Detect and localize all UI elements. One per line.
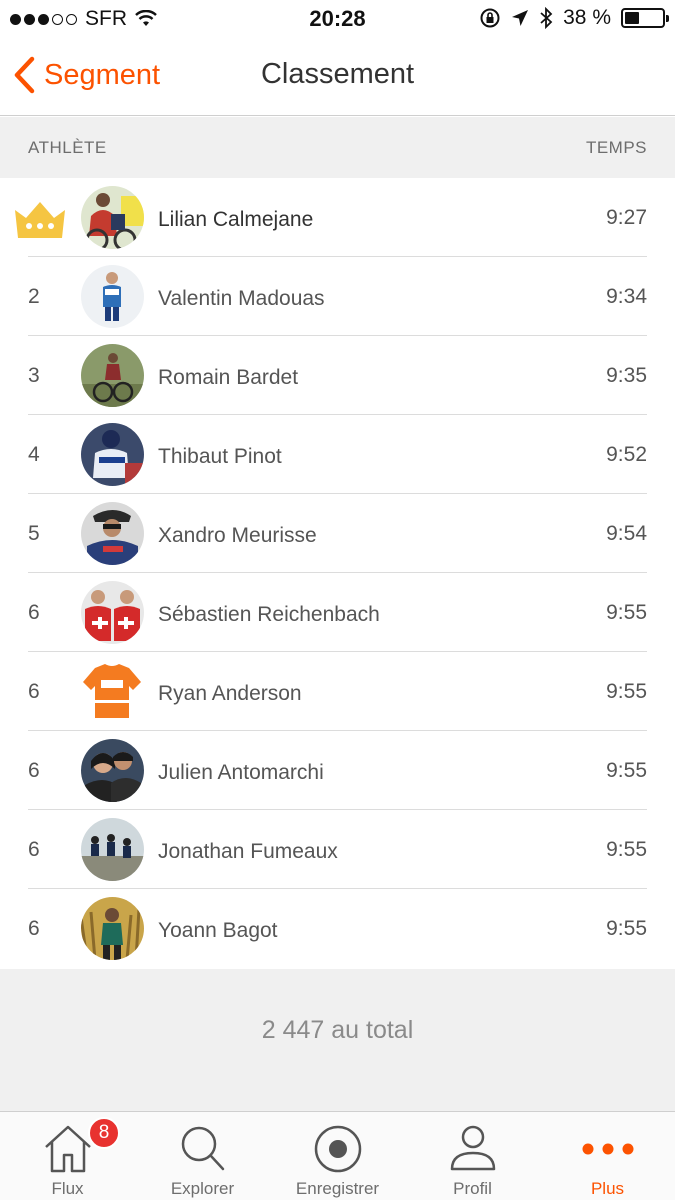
bluetooth-icon: [540, 7, 553, 29]
tab-label: Plus: [590, 1179, 625, 1198]
battery-level: [625, 12, 639, 24]
leaderboard-row[interactable]: 3 Romain Bardet 9:35: [0, 336, 675, 415]
athlete-name: Lilian Calmejane: [158, 208, 314, 231]
leaderboard-row[interactable]: Lilian Calmejane 9:27: [0, 178, 675, 257]
athlete-name: Romain Bardet: [158, 366, 299, 389]
tab-bar: 8 Flux Explorer Enregistrer Profil Plus: [0, 1111, 675, 1200]
leaderboard-list: Lilian Calmejane 9:27 2 Valentin Madouas…: [0, 178, 675, 968]
tab-plus[interactable]: Plus: [540, 1112, 675, 1200]
navigation-bar: Segment Classement: [0, 38, 675, 116]
athlete-name: Jonathan Fumeaux: [158, 840, 338, 863]
tab-explorer[interactable]: Explorer: [135, 1112, 270, 1200]
more-dots-icon: [578, 1122, 638, 1176]
leaderboard-row[interactable]: 6 Sébastien Reichenbach 9:55: [0, 573, 675, 652]
athlete-time: 9:52: [606, 443, 647, 466]
tab-label: Flux: [51, 1179, 84, 1198]
athlete-rank: 6: [28, 917, 40, 940]
athlete-name: Xandro Meurisse: [158, 524, 317, 547]
avatar: [81, 897, 144, 960]
avatar: [81, 265, 144, 328]
tab-enregistrer[interactable]: Enregistrer: [270, 1112, 405, 1200]
battery-icon: [621, 8, 669, 28]
athlete-rank: 6: [28, 759, 40, 782]
total-count-section: 2 447 au total: [0, 969, 675, 1111]
avatar: [81, 660, 144, 723]
leaderboard-row[interactable]: 6 Julien Antomarchi 9:55: [0, 731, 675, 810]
avatar: [81, 186, 144, 249]
athlete-name: Yoann Bagot: [158, 919, 278, 942]
total-count: 2 447 au total: [261, 1016, 414, 1044]
avatar: [81, 502, 144, 565]
athlete-name: Sébastien Reichenbach: [158, 603, 380, 626]
leaderboard-row[interactable]: 4 Thibaut Pinot 9:52: [0, 415, 675, 494]
athlete-time: 9:55: [606, 917, 647, 940]
orientation-lock-icon: [480, 8, 500, 28]
battery-percent: 38 %: [563, 6, 611, 29]
tab-flux[interactable]: 8 Flux: [0, 1112, 135, 1200]
athlete-time: 9:34: [606, 285, 647, 308]
athlete-time: 9:55: [606, 680, 647, 703]
crown-icon: [15, 202, 65, 238]
athlete-rank: 6: [28, 601, 40, 624]
athlete-rank: 6: [28, 680, 40, 703]
athlete-time: 9:55: [606, 838, 647, 861]
leaderboard-row[interactable]: 6 Ryan Anderson 9:55: [0, 652, 675, 731]
avatar: [81, 818, 144, 881]
athlete-time: 9:55: [606, 759, 647, 782]
leaderboard-row[interactable]: 6 Yoann Bagot 9:55: [0, 889, 675, 968]
avatar: [81, 344, 144, 407]
time-column-header: TEMPS: [585, 137, 647, 157]
athlete-column-header: ATHLÈTE: [28, 137, 107, 157]
athlete-time: 9:55: [606, 601, 647, 624]
athlete-rank: 4: [28, 443, 40, 466]
athlete-time: 9:27: [606, 206, 647, 229]
leaderboard-row[interactable]: 5 Xandro Meurisse 9:54: [0, 494, 675, 573]
notification-badge: 8: [88, 1117, 120, 1149]
leaderboard-row[interactable]: 6 Jonathan Fumeaux 9:55: [0, 810, 675, 889]
avatar: [81, 423, 144, 486]
tab-label: Enregistrer: [295, 1179, 380, 1198]
profile-icon: [443, 1122, 503, 1176]
tab-label: Profil: [453, 1179, 492, 1198]
status-bar: SFR 20:28 38 %: [0, 0, 675, 38]
avatar: [81, 739, 144, 802]
tab-label: Explorer: [170, 1179, 235, 1198]
athlete-time: 9:54: [606, 522, 647, 545]
athlete-time: 9:35: [606, 364, 647, 387]
avatar: [81, 581, 144, 644]
page-title: Classement: [260, 58, 415, 90]
athlete-name: Ryan Anderson: [158, 682, 302, 705]
athlete-rank: 3: [28, 364, 40, 387]
search-icon: [173, 1122, 233, 1176]
tab-profil[interactable]: Profil: [405, 1112, 540, 1200]
athlete-name: Valentin Madouas: [158, 287, 325, 310]
athlete-rank: 2: [28, 285, 40, 308]
leaderboard-row[interactable]: 2 Valentin Madouas 9:34: [0, 257, 675, 336]
status-right: 38 %: [479, 6, 669, 30]
record-icon: [308, 1122, 368, 1176]
athlete-name: Julien Antomarchi: [158, 761, 324, 784]
leaderboard-header: ATHLÈTE TEMPS: [0, 117, 675, 178]
athlete-name: Thibaut Pinot: [158, 445, 282, 468]
athlete-rank: 6: [28, 838, 40, 861]
location-arrow-icon: [512, 10, 529, 26]
athlete-rank: 5: [28, 522, 40, 545]
